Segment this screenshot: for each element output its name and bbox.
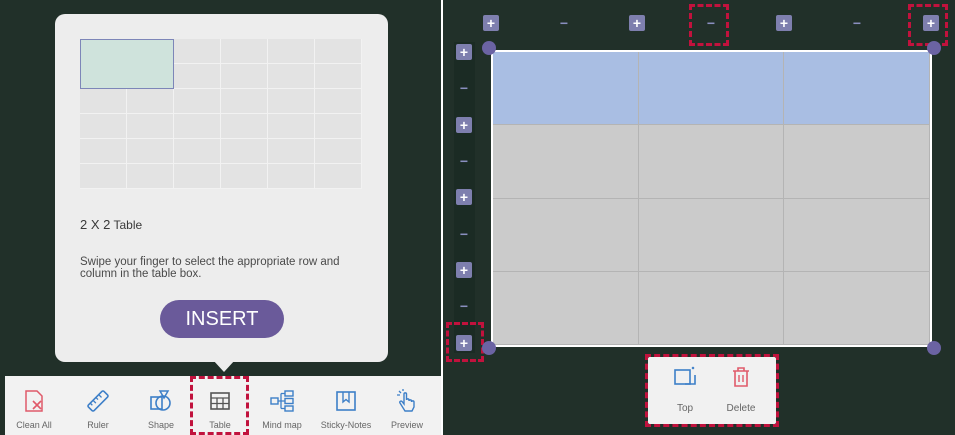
table-size-label: 2 X 2 Table bbox=[80, 217, 142, 232]
grid-cell[interactable] bbox=[268, 164, 315, 189]
grid-cell[interactable] bbox=[268, 64, 315, 89]
grid-cell[interactable] bbox=[80, 114, 127, 139]
grid-cell[interactable] bbox=[80, 139, 127, 164]
table-cell[interactable] bbox=[493, 271, 639, 345]
add-column-highlight bbox=[908, 4, 948, 46]
table-cell[interactable] bbox=[784, 125, 930, 199]
add-row-button[interactable]: + bbox=[456, 262, 472, 278]
grid-cell[interactable] bbox=[127, 139, 174, 164]
insert-button[interactable]: INSERT bbox=[160, 300, 284, 338]
tool-shape[interactable]: Shape bbox=[134, 376, 188, 435]
grid-cell[interactable] bbox=[315, 64, 362, 89]
grid-cell[interactable] bbox=[174, 39, 221, 64]
grid-cell[interactable] bbox=[268, 114, 315, 139]
add-column-button[interactable]: + bbox=[483, 15, 499, 31]
tool-ruler[interactable]: Ruler bbox=[71, 376, 125, 435]
grid-cell[interactable] bbox=[268, 39, 315, 64]
add-row-highlight bbox=[446, 322, 484, 362]
table-cell[interactable] bbox=[638, 271, 785, 345]
table-cell-selected[interactable] bbox=[784, 52, 930, 126]
table-insert-popup: 2 X 2 Table Swipe your finger to select … bbox=[55, 14, 388, 362]
table-cell[interactable] bbox=[638, 125, 785, 199]
popup-pointer bbox=[213, 360, 235, 372]
grid-cell[interactable] bbox=[221, 39, 268, 64]
remove-column-button[interactable]: − bbox=[556, 15, 572, 31]
table-tool-highlight bbox=[190, 376, 249, 435]
grid-cell[interactable] bbox=[221, 64, 268, 89]
mind-map-icon bbox=[270, 390, 294, 412]
grid-cell[interactable] bbox=[221, 89, 268, 114]
ruler-icon bbox=[87, 390, 109, 412]
tool-clean-all[interactable]: Clean All bbox=[7, 376, 61, 435]
grid-cell[interactable] bbox=[315, 39, 362, 64]
grid-cell[interactable] bbox=[174, 164, 221, 189]
tool-label: Mind map bbox=[262, 420, 302, 430]
remove-column-highlight bbox=[689, 4, 729, 46]
add-row-button[interactable]: + bbox=[456, 189, 472, 205]
remove-row-button[interactable]: − bbox=[456, 80, 472, 96]
add-row-button[interactable]: + bbox=[456, 117, 472, 133]
grid-cell[interactable] bbox=[315, 89, 362, 114]
add-column-button[interactable]: + bbox=[629, 15, 645, 31]
table-cell[interactable] bbox=[784, 271, 930, 345]
tool-label: Ruler bbox=[87, 420, 109, 430]
table-cell[interactable] bbox=[784, 198, 930, 272]
resize-handle-top-right[interactable] bbox=[927, 41, 941, 55]
grid-cell[interactable] bbox=[174, 64, 221, 89]
remove-column-button[interactable]: − bbox=[849, 15, 865, 31]
grid-cell[interactable] bbox=[268, 89, 315, 114]
grid-cell[interactable] bbox=[127, 164, 174, 189]
grid-cell[interactable] bbox=[174, 89, 221, 114]
left-panel: 2 X 2 Table Swipe your finger to select … bbox=[0, 0, 441, 435]
remove-row-button[interactable]: − bbox=[456, 226, 472, 242]
remove-row-button[interactable]: − bbox=[456, 298, 472, 314]
tool-label: Sticky-Notes bbox=[320, 420, 372, 430]
tool-sticky-notes[interactable]: Sticky-Notes bbox=[319, 376, 373, 435]
table-cell[interactable] bbox=[638, 198, 785, 272]
resize-handle-top-left[interactable] bbox=[482, 41, 496, 55]
shape-icon bbox=[150, 390, 171, 411]
grid-cell[interactable] bbox=[221, 139, 268, 164]
grid-cell[interactable] bbox=[221, 114, 268, 139]
add-column-button[interactable]: + bbox=[776, 15, 792, 31]
preview-icon bbox=[397, 389, 415, 412]
remove-row-button[interactable]: − bbox=[456, 153, 472, 169]
table-cell[interactable] bbox=[493, 198, 639, 272]
resize-handle-bottom-right[interactable] bbox=[927, 341, 941, 355]
table-cell-selected[interactable] bbox=[638, 52, 785, 126]
instruction-text: Swipe your finger to select the appropri… bbox=[80, 256, 340, 280]
clean-all-icon bbox=[25, 390, 43, 412]
right-panel: + − + − + − + + − + − + − + − + Top Dele… bbox=[441, 0, 955, 435]
grid-cell[interactable] bbox=[315, 139, 362, 164]
grid-cell[interactable] bbox=[80, 89, 127, 114]
inserted-table[interactable] bbox=[491, 50, 932, 347]
tool-label: Clean All bbox=[16, 420, 52, 430]
table-cell-selected[interactable] bbox=[493, 52, 639, 126]
grid-cell[interactable] bbox=[174, 114, 221, 139]
grid-cell[interactable] bbox=[315, 164, 362, 189]
grid-cell[interactable] bbox=[268, 139, 315, 164]
grid-cell[interactable] bbox=[127, 114, 174, 139]
add-row-button[interactable]: + bbox=[456, 44, 472, 60]
grid-cell[interactable] bbox=[174, 139, 221, 164]
table-cell[interactable] bbox=[493, 125, 639, 199]
tool-label: Shape bbox=[147, 420, 175, 430]
table-size-word: Table bbox=[113, 218, 143, 232]
tool-preview[interactable]: Preview bbox=[380, 376, 434, 435]
sticky-notes-icon bbox=[336, 391, 356, 411]
grid-cell[interactable] bbox=[127, 89, 174, 114]
resize-handle-bottom-left[interactable] bbox=[482, 341, 496, 355]
context-menu-highlight bbox=[645, 354, 779, 427]
grid-cell[interactable] bbox=[315, 114, 362, 139]
table-size-value: 2 X 2 bbox=[80, 217, 111, 232]
table-size-selection bbox=[80, 39, 174, 89]
grid-cell[interactable] bbox=[80, 164, 127, 189]
tool-mind-map[interactable]: Mind map bbox=[255, 376, 309, 435]
tool-label: Preview bbox=[390, 420, 423, 430]
grid-cell[interactable] bbox=[221, 164, 268, 189]
